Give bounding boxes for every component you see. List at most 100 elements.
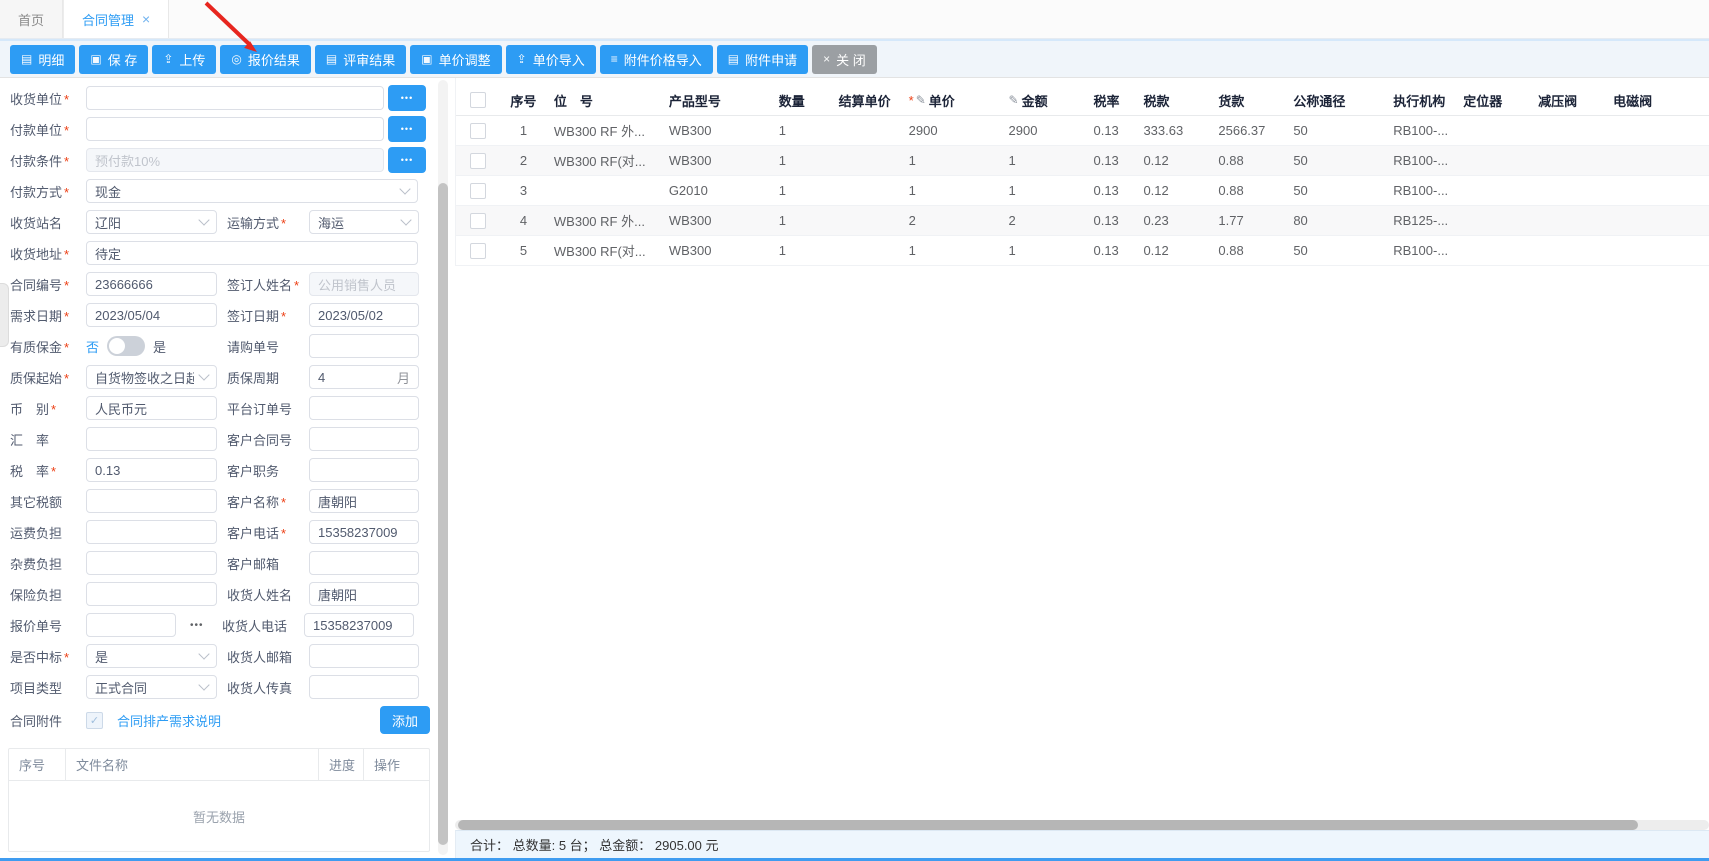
quote-no-more-button[interactable]: ••• [190,620,212,631]
project-type-label: 项目类型 [10,680,63,696]
receiver-unit-input[interactable] [86,86,384,110]
other-tax-label: 其它税额 [10,494,63,510]
table-row[interactable]: 2 WB300 RF(对... WB300 1 1 1 0.13 0.12 0.88 50 RB10… [456,146,1709,176]
cell-product-model: WB300 [668,213,712,228]
horizontal-scrollbar[interactable] [455,820,1709,830]
warranty-period-input[interactable]: 4月 [309,365,419,389]
table-row[interactable]: 4 WB300 RF 外... WB300 1 2 2 0.13 0.23 1.77 80 RB12… [456,206,1709,236]
table-row[interactable]: 5 WB300 RF(对... WB300 1 1 1 0.13 0.12 0.88 50 RB10… [456,236,1709,266]
row-checkbox[interactable] [470,152,487,169]
form-row: 运费负担 客户电话 * 15358237009 [0,520,432,544]
select-all-checkbox[interactable] [470,92,487,108]
row-checkbox[interactable] [470,122,487,139]
demand-date-input[interactable]: 2023/05/04 [86,303,217,327]
purchase-order-no-input[interactable] [309,334,419,358]
attachment-apply-icon: ▤ [727,52,740,66]
cell-amount: 1 [1008,183,1016,198]
price-adjust-button[interactable]: ▣ 单价调整 [410,44,502,74]
table-row[interactable]: 3 G2010 1 1 1 0.13 0.12 0.88 50 RB100-... [456,176,1709,206]
tab-home[interactable]: 首页 [0,0,64,38]
price-import-button[interactable]: ⇪ 单价导入 [505,44,596,74]
consignee-email-input[interactable] [309,644,419,668]
customer-email-input[interactable] [309,551,419,575]
close-button[interactable]: × 关 闭 [812,44,877,74]
row-checkbox-cell [456,242,501,259]
freight-burden-label: 运费负担 [10,525,63,541]
panel-collapse-handle[interactable] [0,283,9,347]
payment-terms-more-button[interactable]: ••• [388,147,426,173]
warranty-deposit-toggle[interactable]: 否是 [86,336,217,356]
cell-tag-no: WB300 RF(对... [553,244,646,259]
save-button[interactable]: ▣ 保 存 [79,44,149,74]
close-tab-icon[interactable]: × [142,11,150,27]
payment-terms-input[interactable]: 预付款10% [86,148,384,172]
platform-order-no-input[interactable] [309,396,419,420]
win-bid-select[interactable]: 是 [86,644,217,668]
currency-input[interactable]: 人民币元 [86,396,217,420]
contract-no-input[interactable]: 23666666 [86,272,217,296]
customer-phone-input[interactable]: 15358237009 [309,520,419,544]
receive-station-select[interactable]: 辽阳 [86,210,217,234]
freight-burden-input[interactable] [86,520,217,544]
empty-text: 暂无数据 [192,809,245,825]
upload-button[interactable]: ⇪ 上传 [152,44,217,74]
chevron-down-icon [198,369,210,381]
row-checkbox[interactable] [470,212,487,229]
attachment-price-import-button[interactable]: ≡ 附件价格导入 [599,44,713,74]
customer-name-input[interactable]: 唐朝阳 [309,489,419,513]
detail-button[interactable]: ▤ 明细 [10,44,76,74]
required-mark: * [64,184,70,200]
sign-date-input[interactable]: 2023/05/02 [309,303,419,327]
tab-label: 首页 [18,12,45,28]
row-checkbox[interactable] [470,182,487,199]
review-result-button[interactable]: ▤ 评审结果 [314,44,407,74]
payer-unit-input[interactable] [86,117,384,141]
cell-amount: 2 [1008,213,1016,228]
ellipsis-icon: ••• [400,155,414,165]
attachment-apply-label: 附件申请 [745,52,798,68]
tax-rate-input[interactable]: 0.13 [86,458,217,482]
insurance-burden-input[interactable] [86,582,217,606]
payment-method-select[interactable]: 现金 [86,179,418,203]
other-tax-input[interactable] [86,489,217,513]
transport-method-select[interactable]: 海运 [309,210,419,234]
warranty-deposit-label: 有质保金 * [10,339,70,355]
consignee-phone-input[interactable]: 15358237009 [304,613,414,637]
attachment-col-header: 进度 [319,749,364,780]
signer-name-input[interactable]: 公用销售人员 [309,272,419,296]
cell-tax: 0.23 [1143,213,1169,228]
consignee-fax-input[interactable] [309,675,419,699]
cell-amount: 1 [1008,243,1016,258]
table-row[interactable]: 1 WB300 RF 外... WB300 1 2900 2900 0.13 333.63 25… [456,116,1709,146]
customer-title-input[interactable] [309,458,419,482]
cell-actuator: RB100-... [1393,123,1449,138]
quote-result-button[interactable]: ◎ 报价结果 [220,44,311,74]
toggle-switch[interactable] [107,336,146,356]
consignee-name-input[interactable]: 唐朝阳 [309,582,419,606]
quote-no-input[interactable] [86,613,176,637]
add-attachment-button[interactable]: 添加 [380,706,430,734]
horizontal-scrollbar-thumb[interactable] [458,820,1638,830]
attachment-apply-button[interactable]: ▤ 附件申请 [716,44,809,74]
attachment-checkbox[interactable]: ✓ [86,711,103,729]
receive-address-input[interactable]: 待定 [86,241,418,265]
attachment-price-import-icon: ≡ [610,52,618,66]
misc-burden-input[interactable] [86,551,217,575]
customer-contract-no-input[interactable] [309,427,419,451]
warranty-start-select[interactable]: 自货物签收之日起 [86,365,217,389]
cell-tag-no: WB300 RF 外... [553,214,645,229]
tab-contract-management[interactable]: 合同管理 × [63,0,170,38]
required-mark: * [64,649,70,665]
exchange-rate-input[interactable] [86,427,217,451]
form-scrollbar-thumb[interactable] [438,183,448,845]
receiver-unit-more-button[interactable]: ••• [388,85,426,111]
warranty-period-label: 质保周期 [227,370,280,386]
payer-unit-more-button[interactable]: ••• [388,116,426,142]
form-row: 汇 率 客户合同号 [0,427,432,451]
attachment-doc-link[interactable]: 合同排产需求说明 [117,711,221,730]
price-import-icon: ⇪ [516,52,527,66]
row-checkbox[interactable] [470,242,487,259]
project-type-select[interactable]: 正式合同 [86,675,217,699]
form-vertical-scrollbar[interactable] [438,80,448,855]
cell-unit-price: 2900 [908,123,938,138]
